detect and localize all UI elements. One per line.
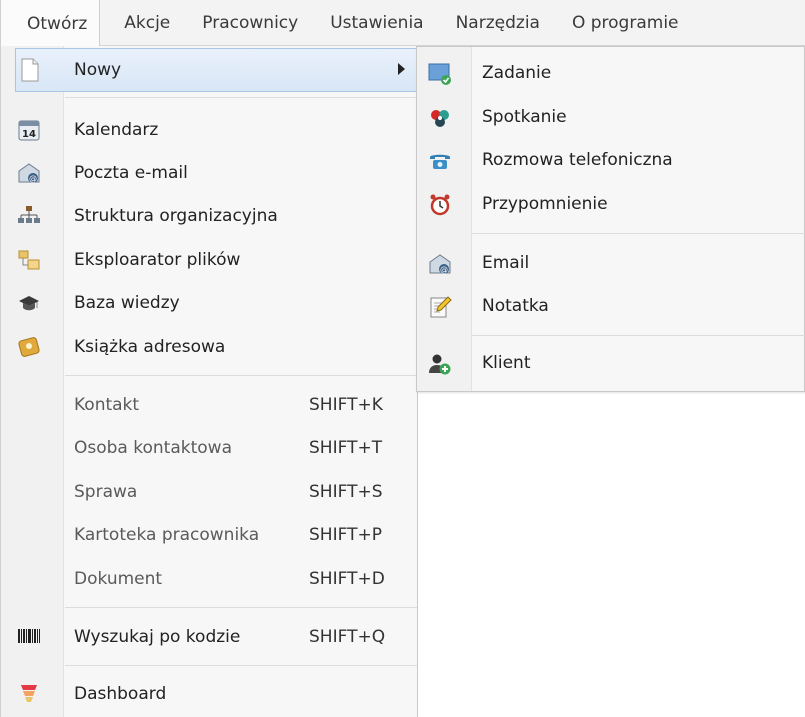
shortcut-label: SHIFT+P (309, 525, 382, 545)
separator (65, 665, 417, 666)
submenu-item-zadanie[interactable]: Zadanie (417, 54, 805, 94)
phone-icon (428, 149, 452, 173)
menu-item-label: Osoba kontaktowa (74, 438, 232, 458)
submenu-arrow-icon (398, 63, 405, 75)
svg-text:@: @ (29, 174, 37, 183)
menu-item-struktura[interactable]: Struktura organizacyjna (1, 196, 418, 236)
menu-item-sprawa[interactable]: Sprawa SHIFT+S (1, 472, 418, 512)
submenu-item-email[interactable]: @ Email (417, 244, 805, 284)
separator (65, 97, 417, 98)
svg-text:@: @ (440, 265, 448, 274)
submenu-item-spotkanie[interactable]: Spotkanie (417, 98, 805, 138)
menu-item-eksplorator[interactable]: Eksploarator plików (1, 240, 418, 280)
note-icon (428, 295, 452, 319)
submenu-item-label: Klient (482, 353, 531, 373)
menu-narzedzia[interactable]: Narzędzia (438, 0, 554, 45)
menu-item-ksiazka[interactable]: Książka adresowa (1, 327, 418, 367)
separator (471, 335, 805, 336)
submenu-item-label: Przypomnienie (482, 194, 608, 214)
submenu-item-przypomnienie[interactable]: Przypomnienie (417, 185, 805, 225)
meeting-icon (428, 106, 452, 130)
menu-item-label: Wyszukaj po kodzie (74, 627, 241, 647)
file-explorer-icon (17, 248, 41, 272)
menu-item-kontakt[interactable]: Kontakt SHIFT+K (1, 385, 418, 425)
shortcut-label: SHIFT+D (309, 569, 385, 589)
email-icon: @ (17, 161, 41, 185)
address-book-icon (17, 335, 41, 359)
menu-item-label: Eksploarator plików (74, 250, 241, 270)
menu-akcje[interactable]: Akcje (100, 0, 184, 45)
submenu-item-label: Zadanie (482, 63, 552, 83)
shortcut-label: SHIFT+K (309, 395, 383, 415)
menu-item-baza-wiedzy[interactable]: Baza wiedzy (1, 283, 418, 323)
menu-bar: Otwórz Akcje Pracownicy Ustawienia Narzę… (0, 0, 805, 47)
menu-item-label: Nowy (74, 60, 122, 80)
org-structure-icon (17, 204, 41, 228)
menu-item-new[interactable]: Nowy (15, 48, 417, 92)
submenu-item-label: Spotkanie (482, 107, 567, 127)
separator (471, 233, 805, 234)
menu-ustawienia[interactable]: Ustawienia (312, 0, 437, 45)
menu-item-wyszukaj[interactable]: Wyszukaj po kodzie SHIFT+Q (1, 617, 418, 657)
menu-pracownicy[interactable]: Pracownicy (184, 0, 312, 45)
menu-item-label: Książka adresowa (74, 337, 226, 357)
menu-item-kalendarz[interactable]: 14 Kalendarz (1, 110, 418, 150)
menu-item-dokument[interactable]: Dokument SHIFT+D (1, 559, 418, 599)
submenu-item-label: Email (482, 253, 530, 273)
alarm-clock-icon (428, 193, 452, 217)
menu-item-label: Kontakt (74, 395, 140, 415)
menu-item-label: Kalendarz (74, 120, 159, 140)
menu-item-label: Poczta e-mail (74, 163, 188, 183)
new-document-icon (18, 58, 42, 82)
menu-item-label: Baza wiedzy (74, 293, 180, 313)
submenu-item-label: Notatka (482, 296, 549, 316)
separator (65, 375, 417, 376)
open-dropdown-menu: Nowy 14 Kalendarz @ Poczta e-mail Strukt… (0, 46, 418, 717)
menu-item-label: Sprawa (74, 482, 138, 502)
task-icon (428, 62, 452, 86)
add-client-icon (428, 352, 452, 376)
submenu-item-rozmowa[interactable]: Rozmowa telefoniczna (417, 141, 805, 181)
shortcut-label: SHIFT+S (309, 482, 383, 502)
shortcut-label: SHIFT+T (309, 438, 383, 458)
menu-item-kartoteka[interactable]: Kartoteka pracownika SHIFT+P (1, 515, 418, 555)
submenu-item-label: Rozmowa telefoniczna (482, 150, 673, 170)
menu-item-label: Kartoteka pracownika (74, 525, 260, 545)
email-icon: @ (428, 252, 452, 276)
new-submenu: Zadanie Spotkanie Rozmowa telefoniczna P… (416, 46, 805, 392)
menu-item-poczta[interactable]: @ Poczta e-mail (1, 153, 418, 193)
shortcut-label: SHIFT+Q (309, 627, 386, 647)
menu-otworz[interactable]: Otwórz (0, 0, 101, 47)
menu-item-label: Dokument (74, 569, 163, 589)
menu-item-dashboard[interactable]: Dashboard (1, 674, 418, 714)
submenu-item-notatka[interactable]: Notatka (417, 287, 805, 327)
menu-o-programie[interactable]: O programie (554, 0, 693, 45)
knowledge-base-icon (17, 291, 41, 315)
menu-item-osoba-kontaktowa[interactable]: Osoba kontaktowa SHIFT+T (1, 428, 418, 468)
separator (65, 607, 417, 608)
menu-item-label: Struktura organizacyjna (74, 206, 278, 226)
menu-item-label: Dashboard (74, 684, 167, 704)
calendar-icon: 14 (17, 118, 41, 142)
svg-text:14: 14 (22, 129, 36, 140)
submenu-item-klient[interactable]: Klient (417, 344, 805, 384)
barcode-icon (17, 625, 41, 649)
dashboard-funnel-icon (17, 682, 41, 706)
